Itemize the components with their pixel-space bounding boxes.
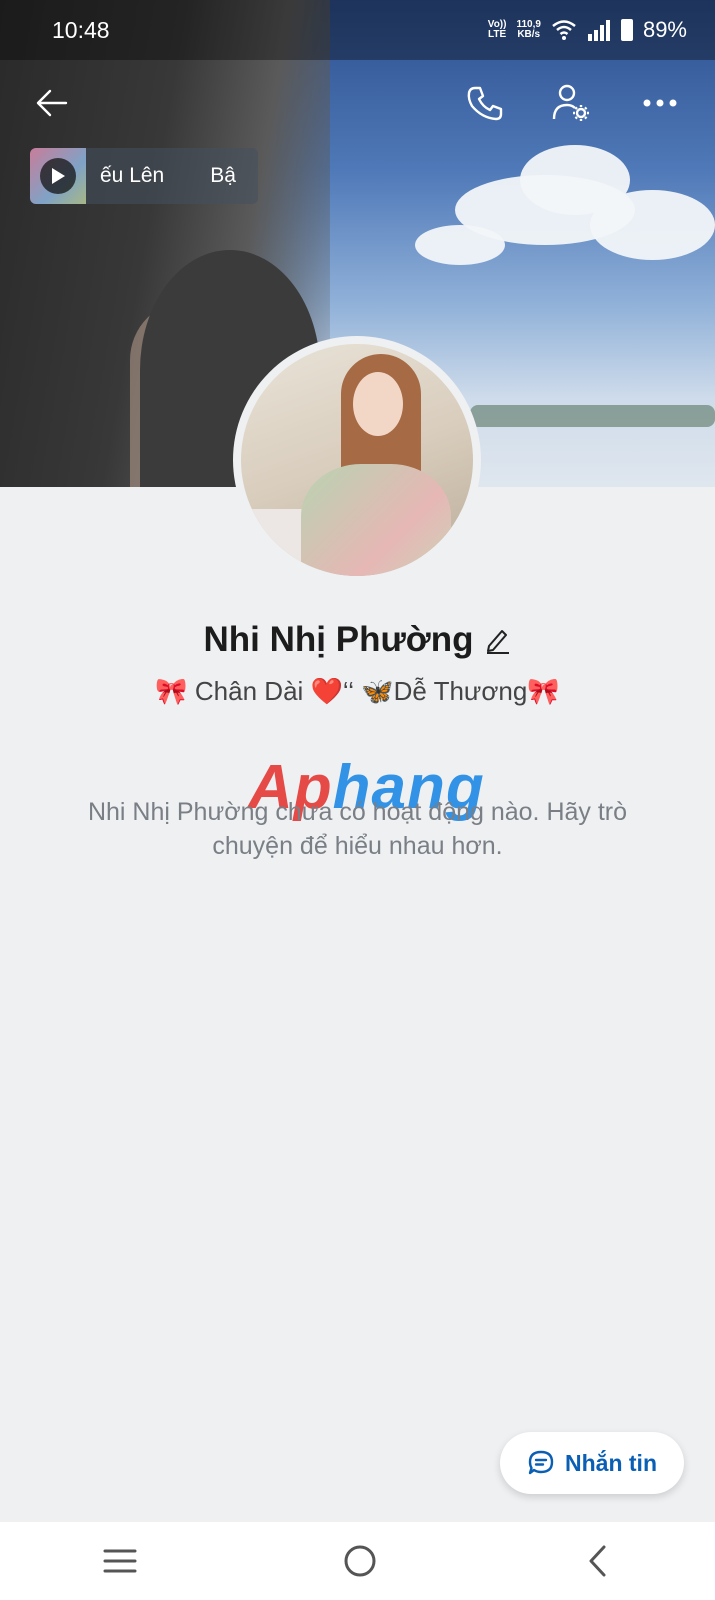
wifi-icon (552, 20, 576, 40)
more-button[interactable] (635, 78, 685, 128)
music-title: ếu Lên (100, 164, 165, 187)
call-button[interactable] (460, 78, 510, 128)
system-navigation-bar (0, 1522, 715, 1600)
profile-name: Nhi Nhị Phường (203, 620, 474, 659)
network-speed: 110,9 KB/s (516, 19, 541, 40)
profile-avatar[interactable] (233, 336, 481, 584)
signal-icon (587, 20, 610, 41)
phone-icon (467, 86, 503, 121)
empty-activity-message: Nhi Nhị Phường chưa có hoạt động nào. Hã… (87, 798, 628, 860)
profile-name-row: Nhi Nhị Phường (0, 620, 715, 660)
music-artist: Bậ (210, 164, 236, 187)
back-button[interactable] (27, 78, 77, 128)
edit-pencil-icon[interactable] (485, 626, 511, 654)
chat-bubble-icon (528, 1450, 554, 1475)
back-nav-icon[interactable] (583, 1543, 613, 1579)
music-thumbnail (30, 148, 86, 204)
play-icon (52, 168, 65, 184)
profile-music-chip[interactable]: ếu Lên Bậ (30, 148, 258, 204)
status-bar: 10:48 Vo)) LTE 110,9 KB/s 89% (0, 0, 715, 60)
play-button[interactable] (40, 158, 76, 194)
status-time: 10:48 (52, 16, 110, 43)
profile-settings-button[interactable] (547, 78, 597, 128)
battery-icon (620, 19, 633, 41)
profile-bio: 🎀 Chân Dài ❤️‘‘ 🦋Dễ Thương🎀 (155, 676, 560, 706)
battery-percent: 89% (642, 17, 687, 42)
home-icon[interactable] (342, 1543, 378, 1579)
user-gear-icon (552, 84, 589, 121)
recent-apps-icon[interactable] (102, 1546, 138, 1576)
arrow-left-icon (36, 89, 68, 117)
message-button[interactable]: Nhắn tin (500, 1432, 684, 1494)
more-dots-icon (643, 99, 677, 107)
message-button-label: Nhắn tin (565, 1449, 657, 1476)
volte-indicator: Vo)) LTE (487, 19, 507, 40)
